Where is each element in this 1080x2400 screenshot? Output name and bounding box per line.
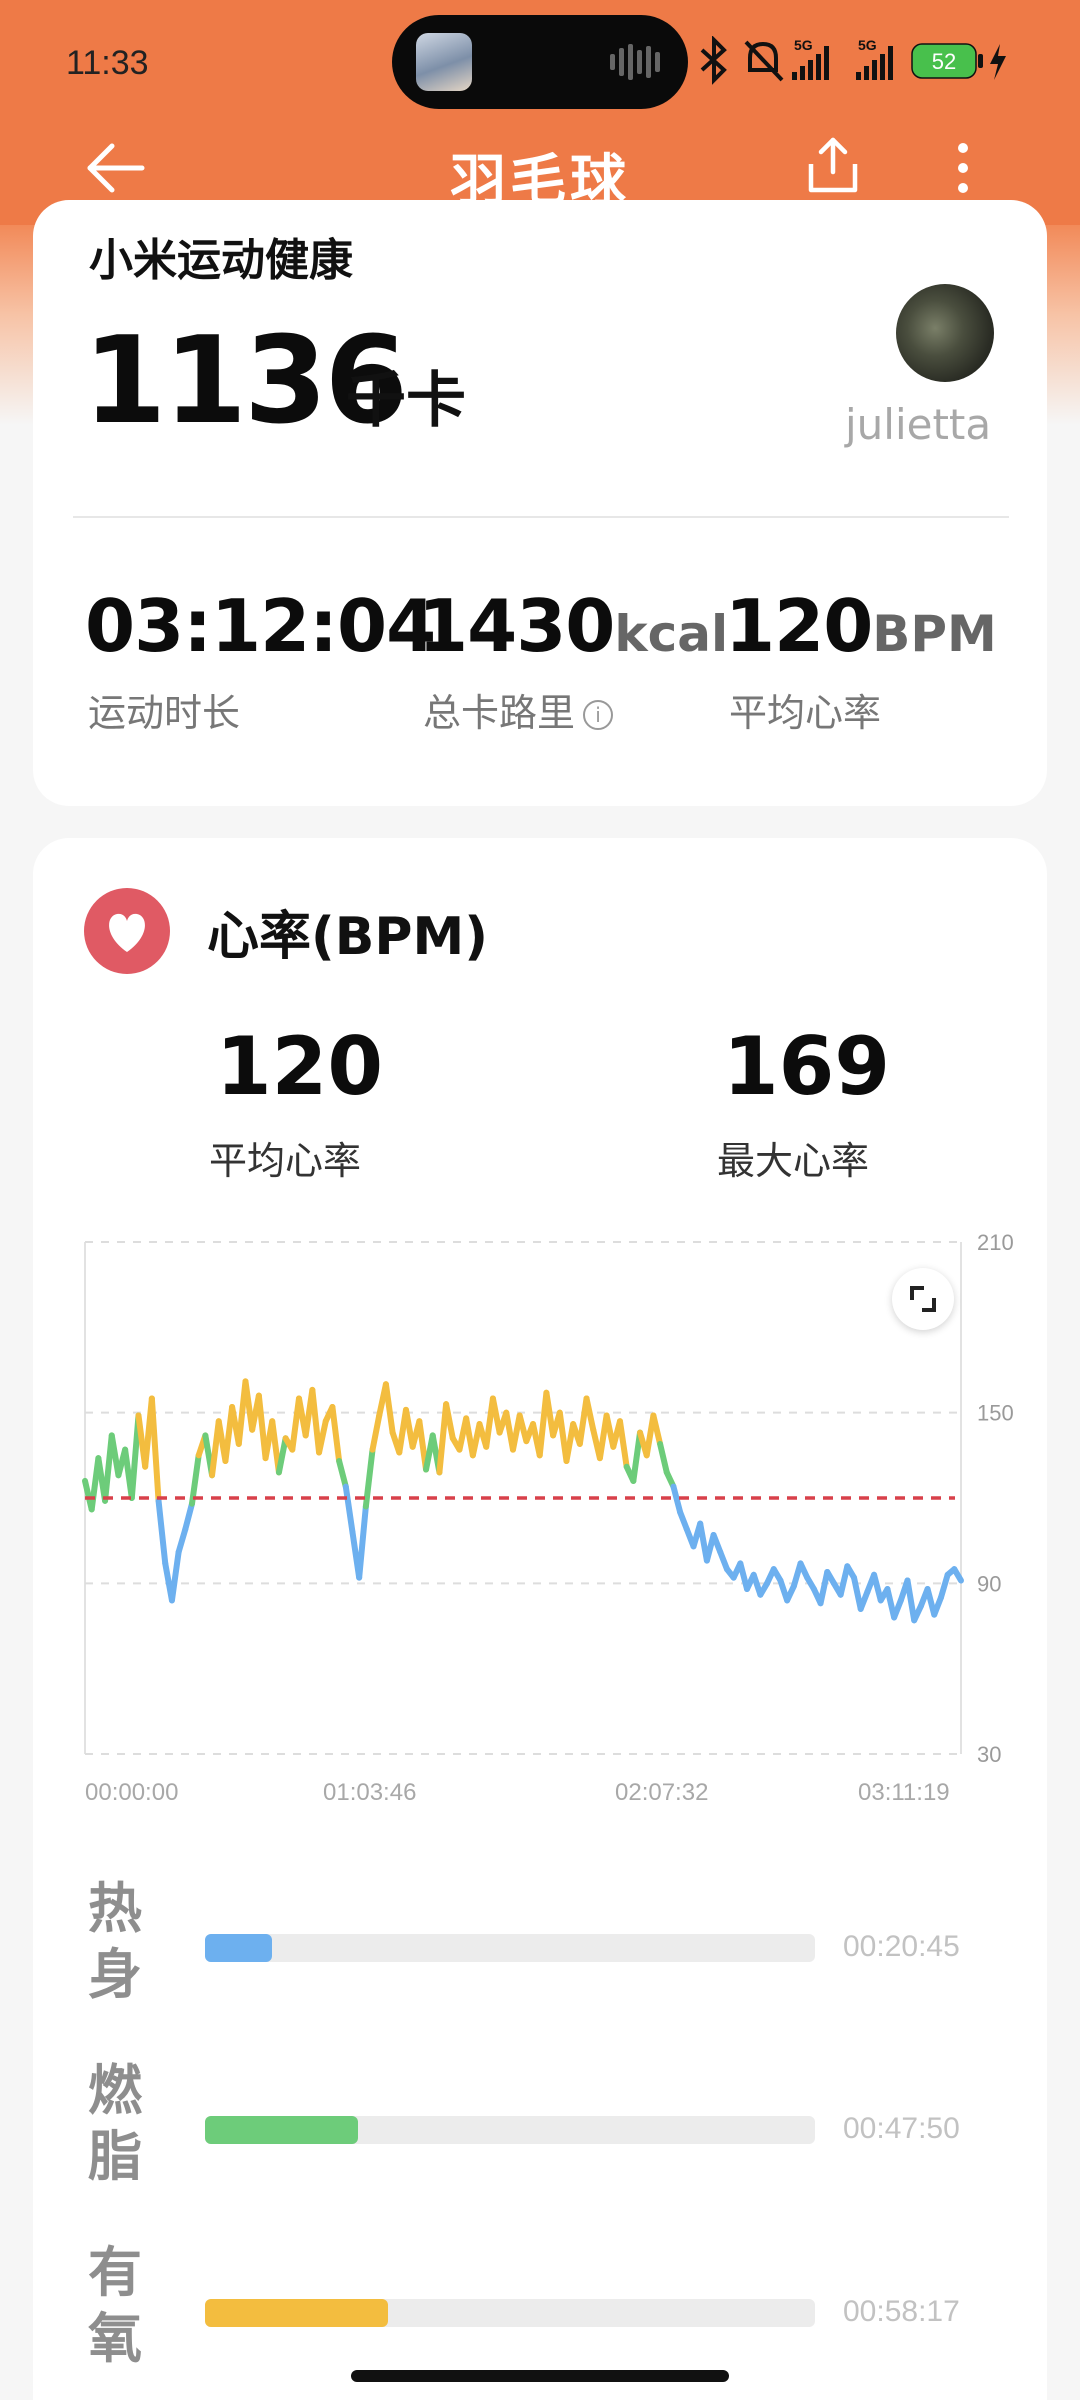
hr-line-segment <box>168 1549 182 1604</box>
status-time: 11:33 <box>66 44 149 82</box>
hr-line-segment <box>155 1497 169 1567</box>
hr-line-segment <box>951 1566 964 1584</box>
network-label-1: 5G <box>794 37 813 53</box>
heart-rate-card: 心率(BPM) 120 平均心率 169 最大心率 210 150 90 30 00:0… <box>33 838 1047 2400</box>
hr-line-segment <box>904 1577 918 1624</box>
share-icon[interactable] <box>803 136 863 196</box>
avg-hr-stat: 120BPM <box>725 584 997 668</box>
status-icons: 5G 5G 52 <box>700 36 1006 85</box>
hr-line-segment <box>630 1429 644 1484</box>
total-calories-label: 总卡路里 <box>423 691 576 735</box>
total-calories-label-group: 总卡路里 i <box>423 682 614 737</box>
x-tick-label: 00:00:00 <box>85 1779 178 1806</box>
duration-stat: 03:12:04 <box>85 584 436 668</box>
avatar[interactable] <box>896 284 994 382</box>
hr-line-segment <box>817 1568 831 1607</box>
zone-time-aerobic: 00:58:17 <box>843 2295 960 2328</box>
zone-track-fatburn <box>205 2116 815 2144</box>
zone-label-fatburn: 燃脂 <box>88 2059 142 2188</box>
x-tick-label: 02:07:32 <box>615 1779 708 1806</box>
duration-label: 运动时长 <box>88 691 241 735</box>
battery-level: 52 <box>932 49 956 74</box>
avg-hr-stat-label: 平均心率 <box>729 691 882 735</box>
hr-line-segment <box>369 1412 383 1453</box>
info-icon[interactable]: i <box>583 700 614 730</box>
hr-line-segment <box>937 1571 951 1601</box>
network-label-2: 5G <box>858 37 877 53</box>
total-calories-unit: kcal <box>614 605 729 663</box>
zone-time-fatburn: 00:47:50 <box>843 2112 960 2145</box>
zone-fill-aerobic <box>205 2299 388 2327</box>
battery-icon: 52 <box>911 43 983 79</box>
zone-label-aerobic: 有氧 <box>88 2241 142 2370</box>
hr-line-segment <box>182 1500 195 1533</box>
calories-unit: 千卡 <box>346 366 466 436</box>
y-tick-label: 30 <box>977 1742 1001 1767</box>
hr-line-segment <box>650 1412 664 1447</box>
zone-fill-fatburn <box>205 2116 358 2144</box>
hr-line-segment <box>356 1503 369 1581</box>
summary-card: 小米运动健康 1136 千卡 julietta 03:12:04 运动时长 14… <box>33 200 1047 806</box>
x-tick-label: 01:03:46 <box>323 1779 416 1806</box>
hr-line-segment <box>616 1418 630 1470</box>
hr-line-segment <box>362 1446 376 1510</box>
y-tick-label: 150 <box>977 1401 1014 1426</box>
hr-line-segment <box>148 1395 162 1504</box>
hr-line-segment <box>316 1418 329 1456</box>
screen: 11:33 5G 5G 52 羽毛球 小米运动健康 1136 千卡 juliet… <box>0 0 1080 2400</box>
brand-name: 小米运动健康 <box>89 235 353 286</box>
hr-line-segment <box>175 1526 189 1556</box>
hr-line-segment <box>583 1395 597 1433</box>
hr-line-segment <box>329 1403 343 1465</box>
zone-track-aerobic <box>205 2299 815 2327</box>
zone-label-warmup: 热身 <box>88 1877 142 2006</box>
dynamic-island[interactable] <box>392 15 688 109</box>
hr-line-segment <box>336 1458 349 1490</box>
expand-chart-button[interactable] <box>892 1268 954 1330</box>
hr-line-segment <box>342 1483 356 1536</box>
home-indicator[interactable] <box>351 2370 729 2382</box>
total-calories-value: 1430 <box>418 584 615 668</box>
hr-line-segment <box>443 1401 456 1442</box>
hr-line-segment <box>837 1563 851 1598</box>
bluetooth-icon <box>700 36 727 85</box>
bell-muted-icon <box>744 40 784 82</box>
x-tick-label: 03:11:19 <box>858 1779 950 1806</box>
avg-hr-stat-unit: BPM <box>872 605 997 663</box>
y-tick-label: 90 <box>977 1571 1001 1596</box>
divider <box>73 516 1009 518</box>
heart-rate-chart[interactable]: 210 150 90 30 00:00:00 01:03:46 02:07:32 03:11:… <box>33 838 1047 1838</box>
total-calories-stat: 1430kcal <box>418 584 728 668</box>
hr-line-segment <box>657 1440 670 1476</box>
hr-line-segment <box>382 1381 396 1436</box>
zone-time-warmup: 00:20:45 <box>843 1930 960 1963</box>
avg-hr-stat-value: 120 <box>725 584 873 668</box>
username: julietta <box>845 400 992 449</box>
expand-icon <box>910 1286 936 1312</box>
zone-track-warmup <box>205 1934 815 1962</box>
audio-wave-icon <box>610 44 660 80</box>
hr-line-segment <box>275 1435 289 1476</box>
media-thumbnail <box>416 33 472 91</box>
duration-value: 03:12:04 <box>85 584 436 668</box>
more-vertical-icon[interactable] <box>948 142 978 194</box>
charging-icon <box>990 44 1006 80</box>
y-tick-label: 210 <box>977 1230 1014 1255</box>
zone-fill-warmup <box>205 1934 273 1962</box>
